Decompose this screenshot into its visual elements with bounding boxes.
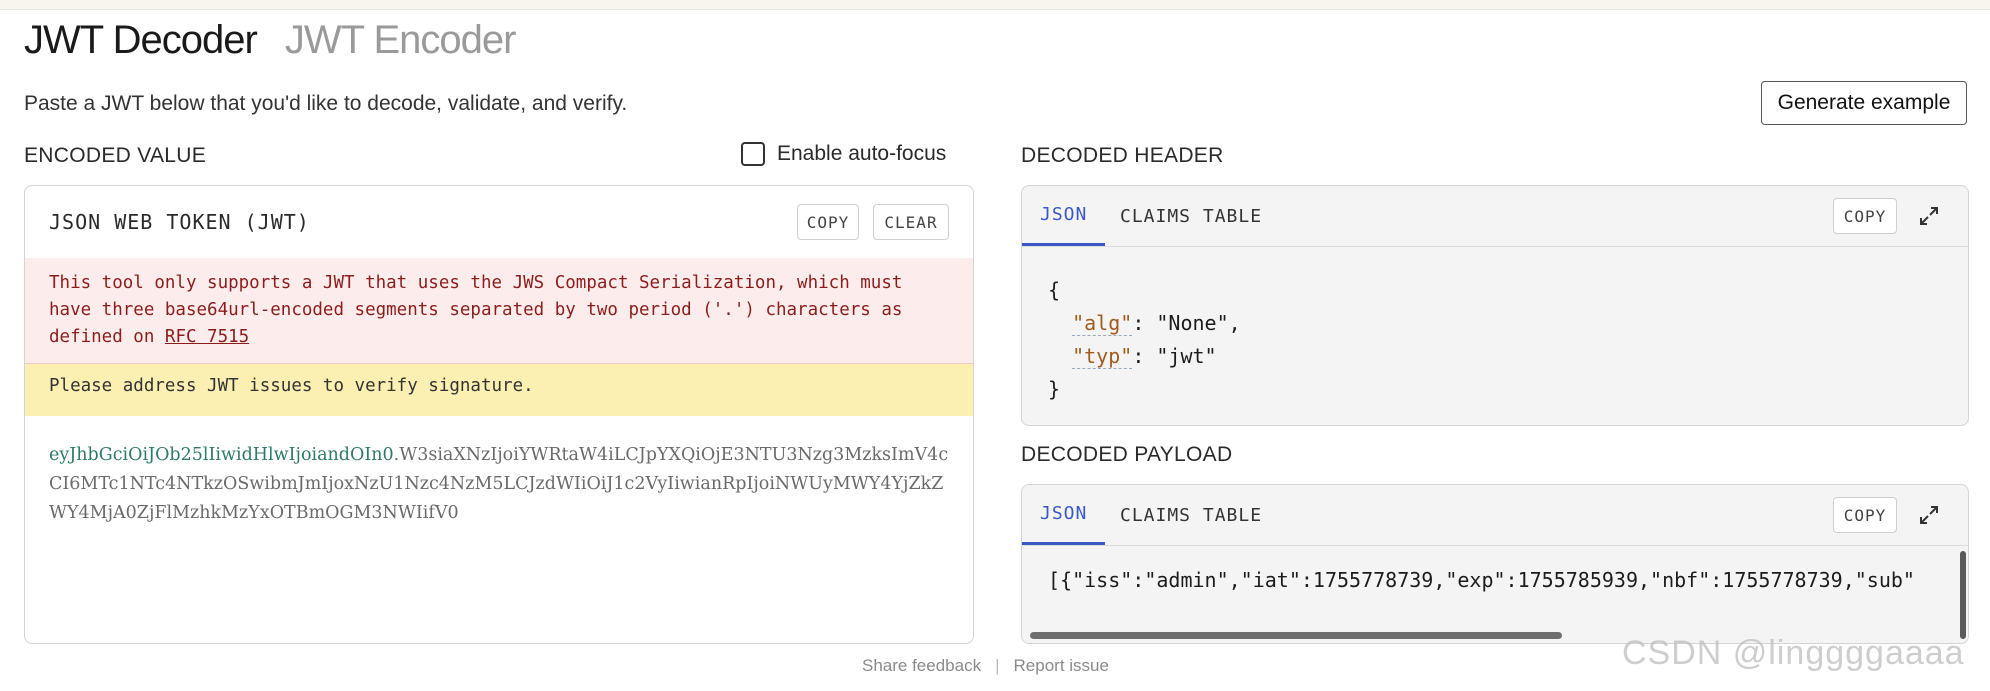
payload-vertical-scrollbar[interactable] (1960, 551, 1966, 639)
signature-warning: Please address JWT issues to verify sign… (25, 364, 973, 416)
json-value-alg: : "None", (1132, 311, 1241, 335)
tab-jwt-decoder[interactable]: JWT Decoder (24, 18, 258, 62)
expand-icon[interactable] (1911, 497, 1947, 533)
share-feedback-link[interactable]: Share feedback (862, 656, 981, 676)
clear-token-button[interactable]: CLEAR (873, 204, 949, 240)
json-key-alg[interactable]: "alg" (1072, 311, 1133, 336)
report-issue-link[interactable]: Report issue (1014, 656, 1109, 676)
header-json: { "alg": "None", "typ": "jwt" } (1048, 274, 1241, 406)
error-message: This tool only supports a JWT that uses … (25, 258, 973, 364)
top-strip (0, 0, 1990, 10)
decoded-header-panel: JSON CLAIMS TABLE COPY { "alg": "None", … (1021, 185, 1969, 426)
copy-token-button[interactable]: COPY (797, 204, 859, 240)
copy-payload-button[interactable]: COPY (1833, 497, 1897, 533)
json-open-brace: { (1048, 278, 1061, 302)
decoded-payload-panel: JSON CLAIMS TABLE COPY [{"iss":"admin","… (1021, 484, 1969, 644)
token-header-segment: eyJhbGciOiJOb25lIiwidHlwIjoiandOIn0 (49, 445, 394, 465)
token-input[interactable]: eyJhbGciOiJOb25lIiwidHlwIjoiandOIn0.W3si… (49, 441, 949, 528)
watermark: CSDN @linggggaaaa (1622, 634, 1965, 672)
payload-tabs: JSON CLAIMS TABLE COPY (1022, 485, 1968, 546)
page-subtitle: Paste a JWT below that you'd like to dec… (24, 92, 628, 115)
json-value-typ: : "jwt" (1132, 344, 1217, 368)
encoded-value-label: ENCODED VALUE (24, 144, 207, 167)
encoded-panel-header: JSON WEB TOKEN (JWT) COPY CLEAR (25, 186, 973, 259)
expand-icon[interactable] (1911, 198, 1947, 234)
jwt-panel-title: JSON WEB TOKEN (JWT) (49, 210, 310, 234)
tab-jwt-encoder[interactable]: JWT Encoder (285, 18, 517, 62)
decoded-payload-label: DECODED PAYLOAD (1021, 443, 1233, 466)
auto-focus-label: Enable auto-focus (777, 142, 947, 165)
payload-tab-json[interactable]: JSON (1022, 485, 1106, 545)
rfc-7515-link[interactable]: RFC 7515 (165, 327, 249, 347)
header-tabs: JSON CLAIMS TABLE COPY (1022, 186, 1968, 247)
copy-header-button[interactable]: COPY (1833, 198, 1897, 234)
header-tab-json[interactable]: JSON (1022, 186, 1106, 246)
json-close-brace: } (1048, 377, 1061, 401)
encoded-panel: JSON WEB TOKEN (JWT) COPY CLEAR This too… (24, 185, 974, 644)
footer-separator: | (995, 656, 1000, 675)
footer-links: Share feedback | Report issue (862, 656, 1109, 676)
payload-horizontal-scrollbar[interactable] (1030, 632, 1562, 639)
auto-focus-toggle[interactable]: Enable auto-focus (741, 142, 946, 166)
generate-example-button[interactable]: Generate example (1761, 81, 1967, 125)
header-tab-claims-table[interactable]: CLAIMS TABLE (1120, 186, 1262, 246)
json-key-typ[interactable]: "typ" (1072, 344, 1133, 369)
checkbox-icon[interactable] (741, 142, 765, 166)
payload-tab-claims-table[interactable]: CLAIMS TABLE (1120, 485, 1262, 545)
payload-json: [{"iss":"admin","iat":1755778739,"exp":1… (1048, 568, 1915, 592)
decoded-header-label: DECODED HEADER (1021, 144, 1224, 167)
page-title-tabs: JWT Decoder JWT Encoder (24, 18, 517, 63)
